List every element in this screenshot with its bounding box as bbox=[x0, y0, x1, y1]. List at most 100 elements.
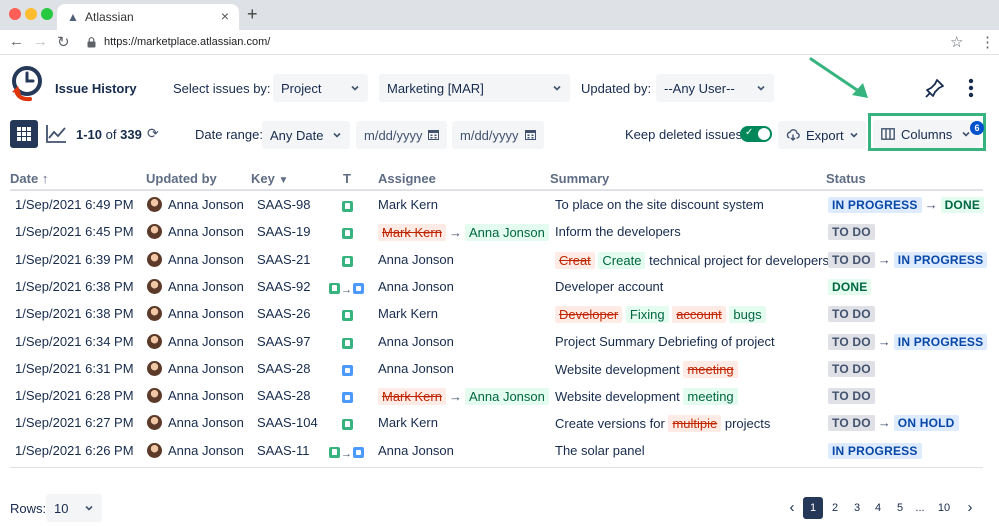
column-header-date[interactable]: Date ↑ bbox=[10, 171, 48, 186]
table-row[interactable]: 1/Sep/2021 6:49 PM Anna Jonson SAAS-98 Mark… bbox=[0, 192, 999, 219]
project-value: Marketing [MAR] bbox=[387, 81, 484, 96]
row-date: 1/Sep/2021 6:45 PM bbox=[15, 224, 134, 240]
row-issue-key[interactable]: SAAS-98 bbox=[257, 197, 310, 212]
header-divider bbox=[10, 189, 983, 191]
grid-view-button[interactable] bbox=[10, 120, 38, 148]
project-dropdown[interactable]: Marketing [MAR] bbox=[379, 74, 570, 102]
previous-page-button[interactable]: ‹ bbox=[786, 497, 798, 519]
table-row[interactable]: 1/Sep/2021 6:38 PM Anna Jonson SAAS-92 → Ann… bbox=[0, 274, 999, 301]
row-date: 1/Sep/2021 6:34 PM bbox=[15, 333, 134, 349]
range-shown: 1-10 bbox=[76, 127, 103, 142]
assignee-text: Mark Kern bbox=[378, 306, 438, 322]
status-badge: TO DO bbox=[828, 306, 875, 323]
row-issue-key[interactable]: SAAS-92 bbox=[257, 279, 310, 294]
menu-icon[interactable]: ⋮ bbox=[980, 33, 995, 51]
page-3-button[interactable]: 3 bbox=[847, 497, 867, 519]
summary-text: Project Summary Debriefing of project bbox=[555, 333, 775, 349]
summary-text: Developer account bbox=[555, 278, 664, 294]
table-row[interactable]: 1/Sep/2021 6:34 PM Anna Jonson SAAS-97 Anna… bbox=[0, 329, 999, 356]
star-icon[interactable]: ☆ bbox=[950, 33, 963, 51]
chevron-down-icon bbox=[351, 85, 359, 91]
status-badge: TO DO bbox=[828, 415, 875, 432]
row-issue-key[interactable]: SAAS-21 bbox=[257, 252, 310, 267]
avatar bbox=[147, 442, 162, 458]
date-range-dropdown[interactable]: Any Date bbox=[262, 121, 350, 149]
columns-highlight-box bbox=[868, 113, 986, 151]
row-summary: To place on the site discount system bbox=[555, 197, 764, 212]
date-from-input[interactable]: m/dd/yyyy bbox=[356, 121, 447, 149]
row-type bbox=[342, 308, 353, 323]
table-row[interactable]: 1/Sep/2021 6:39 PM Anna Jonson SAAS-21 Anna… bbox=[0, 247, 999, 274]
close-window-button[interactable] bbox=[9, 8, 21, 20]
story-icon bbox=[329, 446, 340, 458]
page-1-button[interactable]: 1 bbox=[803, 497, 823, 519]
table-row[interactable]: 1/Sep/2021 6:28 PM Anna Jonson SAAS-28 Mark… bbox=[0, 383, 999, 410]
summary-text: projects bbox=[724, 416, 771, 432]
row-updated-by: Anna Jonson bbox=[168, 388, 244, 404]
page-2-button[interactable]: 2 bbox=[825, 497, 845, 519]
rows-per-page-dropdown[interactable]: 10 bbox=[46, 494, 102, 522]
row-status: TO DO → IN PROGRESS bbox=[828, 251, 988, 268]
column-header-type[interactable]: T bbox=[343, 171, 351, 186]
maximize-window-button[interactable] bbox=[41, 8, 53, 20]
column-header-summary[interactable]: Summary bbox=[550, 171, 609, 186]
atlassian-logo-icon: ▲ bbox=[67, 10, 79, 24]
row-assignee: Mark Kern → Anna Jonson bbox=[378, 388, 549, 406]
task-icon bbox=[353, 282, 364, 294]
column-header-status[interactable]: Status bbox=[826, 171, 866, 186]
summary-text: To place on the site discount system bbox=[555, 197, 764, 212]
summary-removed: account bbox=[672, 306, 726, 324]
type-change-arrow-icon: → bbox=[341, 447, 352, 460]
chevron-down-icon bbox=[553, 85, 561, 91]
date-to-input[interactable]: m/dd/yyyy bbox=[452, 121, 544, 149]
table-row[interactable]: 1/Sep/2021 6:31 PM Anna Jonson SAAS-28 Anna… bbox=[0, 356, 999, 383]
story-icon bbox=[342, 337, 353, 349]
table-row[interactable]: 1/Sep/2021 6:38 PM Anna Jonson SAAS-26 Mark… bbox=[0, 301, 999, 328]
cloud-download-icon bbox=[786, 129, 800, 141]
table-bottom-divider bbox=[10, 467, 983, 468]
row-updated-by: Anna Jonson bbox=[168, 442, 244, 458]
keep-deleted-toggle[interactable]: ✓ bbox=[740, 126, 772, 142]
more-options-icon[interactable] bbox=[966, 77, 976, 99]
row-updated-by: Anna Jonson bbox=[168, 306, 244, 322]
browser-tab[interactable]: ▲ Atlassian × bbox=[57, 4, 239, 30]
export-button[interactable]: Export bbox=[778, 121, 866, 149]
row-assignee: Anna Jonson bbox=[378, 443, 454, 458]
assignee-removed: Mark Kern bbox=[378, 224, 446, 242]
minimize-window-button[interactable] bbox=[25, 8, 37, 20]
row-issue-key[interactable]: SAAS-11 bbox=[257, 443, 310, 458]
column-header-updated-by[interactable]: Updated by bbox=[146, 171, 217, 186]
row-issue-key[interactable]: SAAS-28 bbox=[257, 361, 310, 376]
row-issue-key[interactable]: SAAS-26 bbox=[257, 306, 310, 321]
chart-view-button[interactable] bbox=[42, 120, 70, 148]
table-row[interactable]: 1/Sep/2021 6:45 PM Anna Jonson SAAS-19 Mark… bbox=[0, 219, 999, 246]
column-header-key[interactable]: Key ▼ bbox=[251, 171, 288, 186]
row-updated-by: Anna Jonson bbox=[168, 251, 244, 267]
pin-icon[interactable] bbox=[924, 77, 946, 99]
table-row[interactable]: 1/Sep/2021 6:26 PM Anna Jonson SAAS-11 → Ann… bbox=[0, 438, 999, 465]
page-5-button[interactable]: 5 bbox=[890, 497, 910, 519]
row-status: IN PROGRESS bbox=[828, 442, 922, 459]
tab-close-icon[interactable]: × bbox=[221, 8, 229, 24]
back-arrow-icon[interactable]: ← bbox=[9, 33, 24, 50]
url-input[interactable]: https://marketplace.atlassian.com/ bbox=[104, 36, 270, 48]
forward-arrow-icon[interactable]: → bbox=[33, 33, 48, 50]
row-issue-key[interactable]: SAAS-19 bbox=[257, 224, 310, 239]
updated-by-dropdown[interactable]: --Any User-- bbox=[656, 74, 774, 102]
page-10-button[interactable]: 10 bbox=[933, 497, 955, 519]
row-issue-key[interactable]: SAAS-104 bbox=[257, 415, 318, 430]
table-row[interactable]: 1/Sep/2021 6:27 PM Anna Jonson SAAS-104 Mar… bbox=[0, 410, 999, 437]
next-page-button[interactable]: › bbox=[964, 497, 976, 519]
select-by-dropdown[interactable]: Project bbox=[273, 74, 368, 102]
new-tab-button[interactable]: + bbox=[247, 4, 258, 25]
row-issue-key[interactable]: SAAS-28 bbox=[257, 388, 310, 403]
refresh-icon[interactable]: ⟳ bbox=[147, 125, 159, 142]
row-issue-key[interactable]: SAAS-97 bbox=[257, 334, 310, 349]
row-assignee: Anna Jonson bbox=[378, 334, 454, 349]
reload-icon[interactable]: ↻ bbox=[57, 33, 70, 51]
result-range: 1-10 of 339 bbox=[76, 127, 142, 142]
page-4-button[interactable]: 4 bbox=[868, 497, 888, 519]
row-assignee: Mark Kern bbox=[378, 415, 438, 430]
story-icon bbox=[342, 419, 353, 431]
column-header-assignee[interactable]: Assignee bbox=[378, 171, 436, 186]
